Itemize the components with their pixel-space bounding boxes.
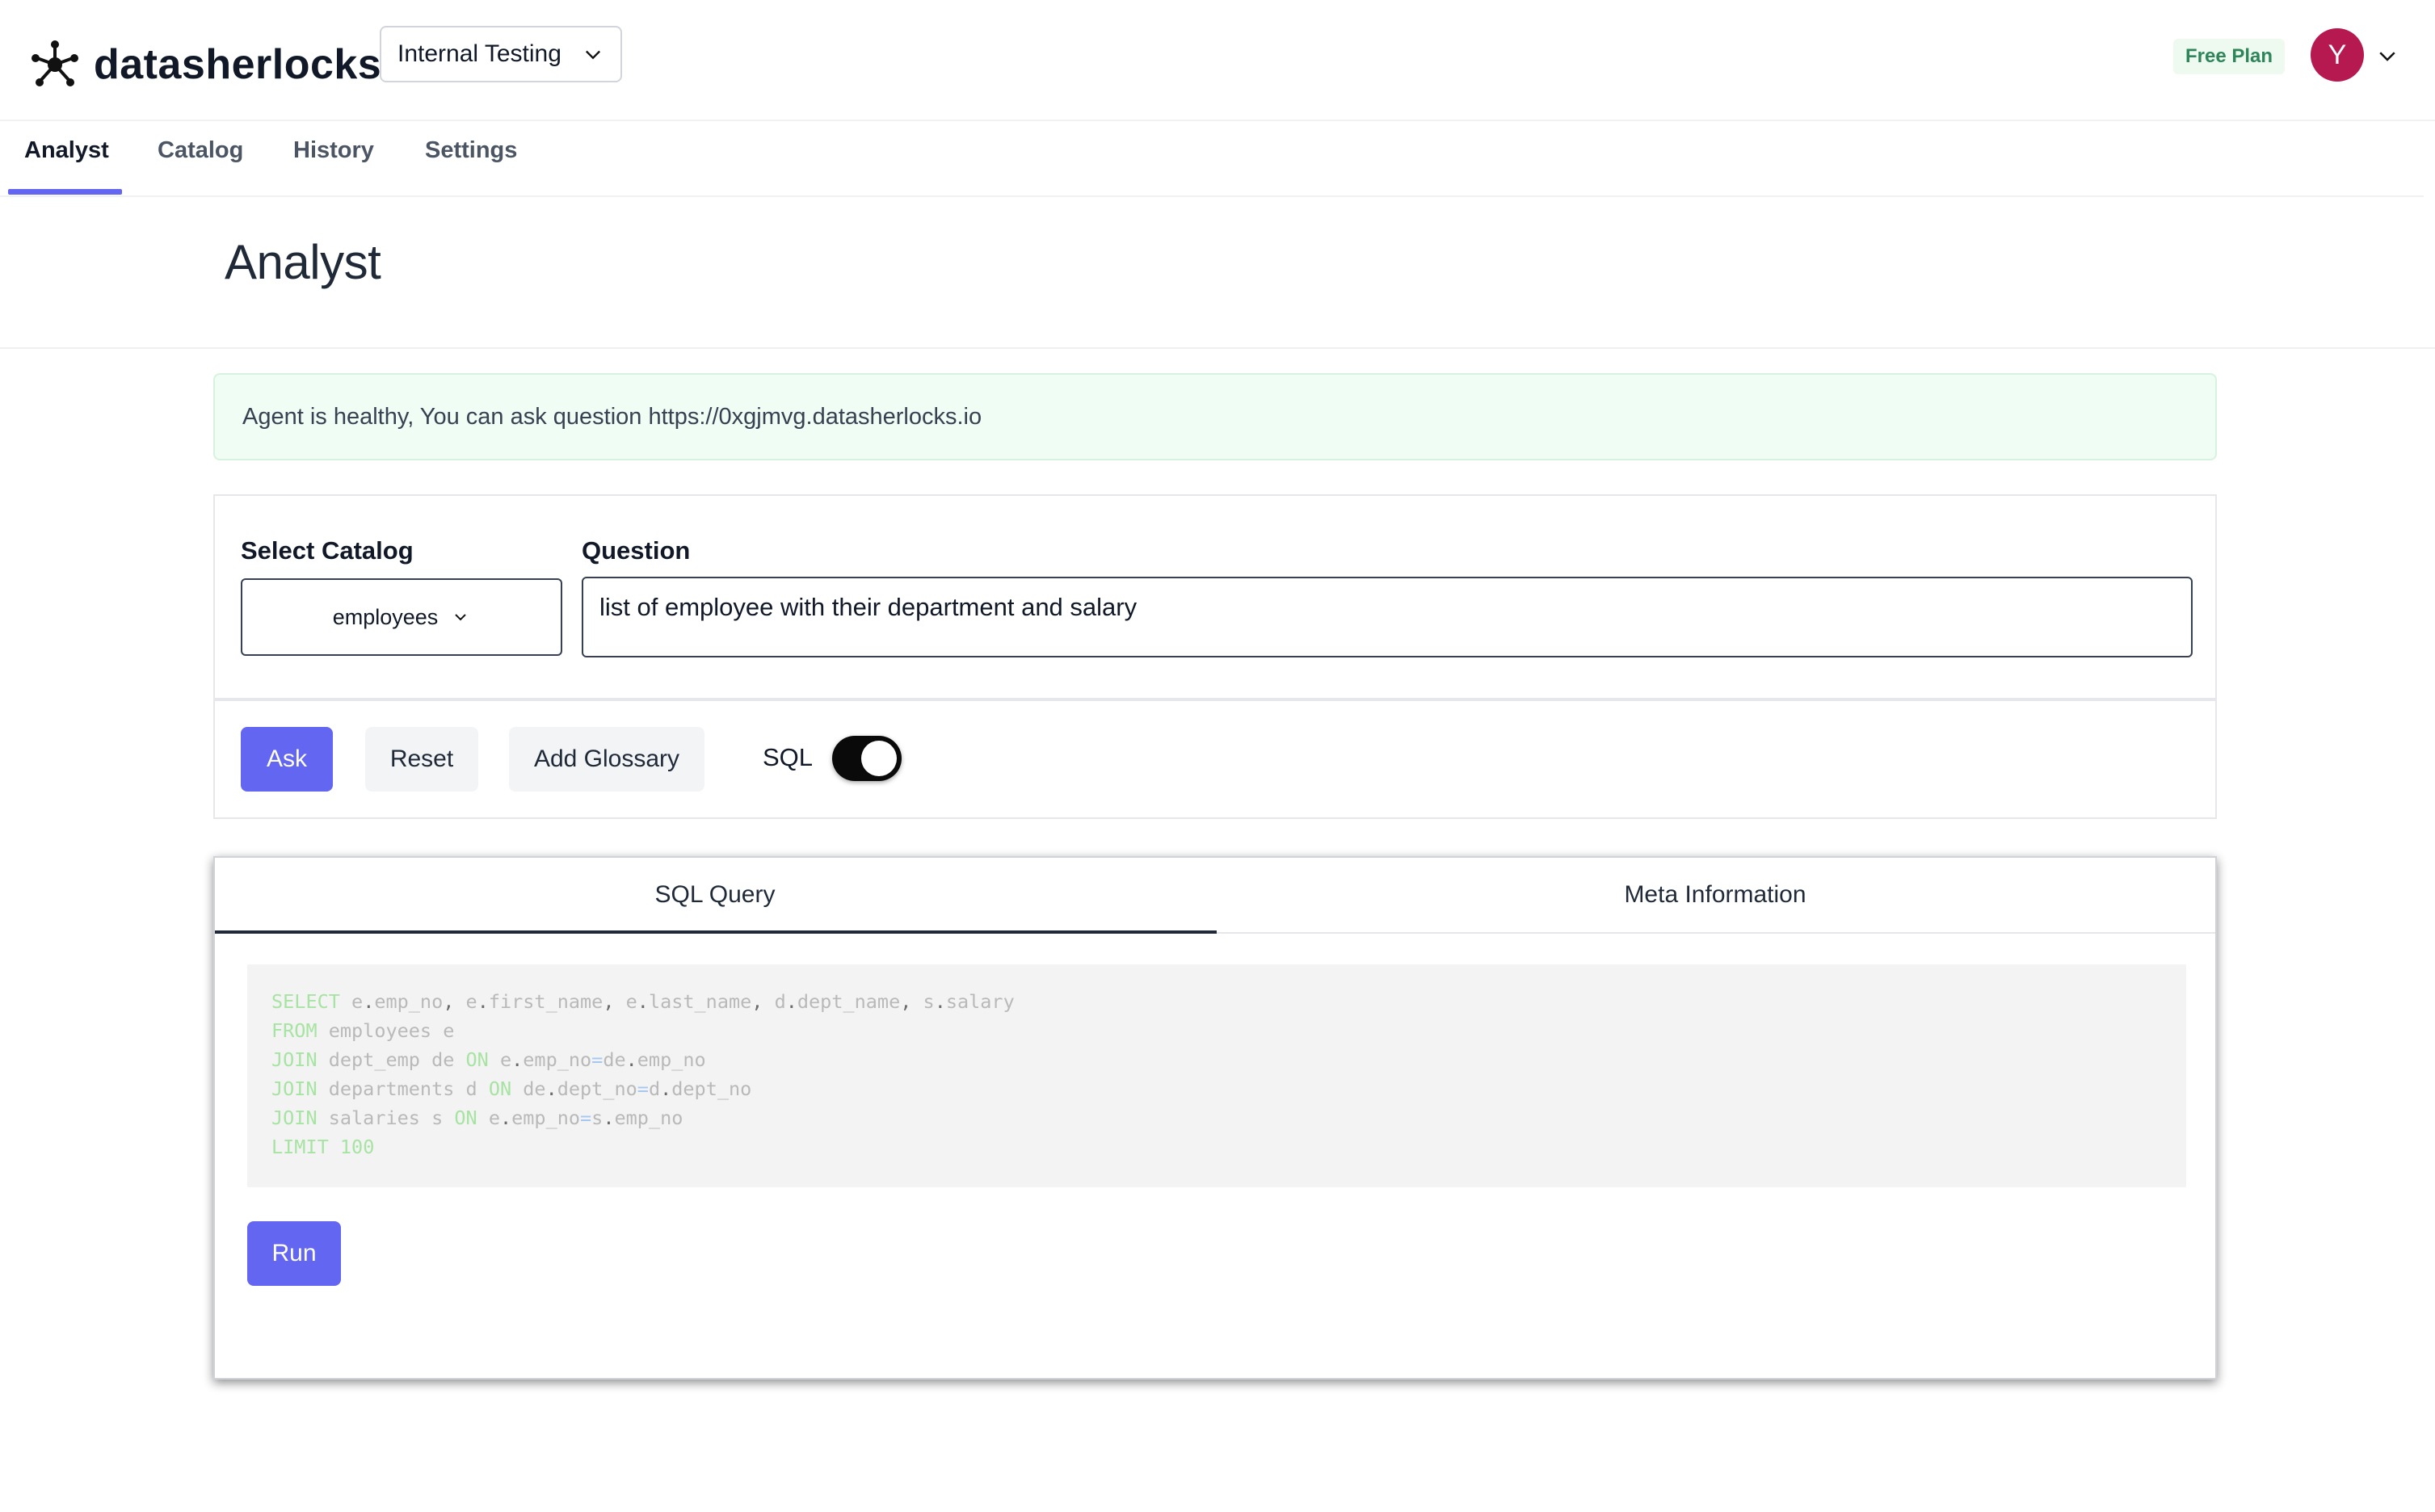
tab-sql-query[interactable]: SQL Query xyxy=(215,858,1215,932)
sql-line: FROM employees e xyxy=(271,1019,455,1042)
catalog-value: employees xyxy=(332,604,439,629)
page-title: Analyst xyxy=(225,235,381,289)
question-label: Question xyxy=(582,536,691,565)
sql-line: LIMIT 100 xyxy=(271,1136,375,1158)
avatar[interactable]: Y xyxy=(2311,28,2364,82)
chevron-down-icon[interactable] xyxy=(2375,44,2399,68)
sql-code-block[interactable]: SELECT e.emp_no, e.first_name, e.last_na… xyxy=(247,964,2186,1187)
sql-line: SELECT e.emp_no, e.first_name, e.last_na… xyxy=(271,990,1015,1013)
ask-button[interactable]: Ask xyxy=(241,727,333,792)
result-panel: SQL Query Meta Information SELECT e.emp_… xyxy=(213,856,2217,1380)
active-tab-indicator xyxy=(8,189,122,195)
tab-meta-information[interactable]: Meta Information xyxy=(1215,858,2215,932)
workspace-select[interactable]: Internal Testing xyxy=(380,26,622,82)
chevron-down-icon xyxy=(586,50,600,60)
catalog-label: Select Catalog xyxy=(241,536,414,565)
sql-line: JOIN dept_emp de ON e.emp_no=de.emp_no xyxy=(271,1048,706,1071)
brand-logo[interactable]: datasherlocks xyxy=(27,37,381,92)
question-value: list of employee with their department a… xyxy=(599,593,1138,621)
add-glossary-button[interactable]: Add Glossary xyxy=(509,727,704,792)
run-button[interactable]: Run xyxy=(247,1221,341,1286)
reset-button[interactable]: Reset xyxy=(365,727,478,792)
tab-history[interactable]: History xyxy=(293,137,374,164)
divider xyxy=(0,347,2435,349)
tab-analyst[interactable]: Analyst xyxy=(24,137,109,164)
agent-status-message: Agent is healthy, You can ask question h… xyxy=(242,403,982,430)
top-bar: datasherlocks Internal Testing Free Plan… xyxy=(0,0,2435,121)
plan-badge: Free Plan xyxy=(2173,39,2285,74)
brand-name: datasherlocks xyxy=(94,41,382,88)
tab-settings[interactable]: Settings xyxy=(425,137,517,164)
active-tab-indicator xyxy=(215,930,1217,934)
molecule-icon xyxy=(32,40,78,86)
main-nav: Analyst Catalog History Settings xyxy=(0,121,2424,197)
toggle-knob xyxy=(861,741,897,776)
agent-status-alert: Agent is healthy, You can ask question h… xyxy=(213,373,2217,460)
sql-line: JOIN salaries s ON e.emp_no=s.emp_no xyxy=(271,1107,683,1129)
sql-line: JOIN departments d ON de.dept_no=d.dept_… xyxy=(271,1077,752,1100)
tab-catalog[interactable]: Catalog xyxy=(158,137,243,164)
workspace-label: Internal Testing xyxy=(397,40,561,67)
sql-toggle[interactable] xyxy=(832,736,902,781)
sql-toggle-label: SQL xyxy=(763,743,814,771)
question-input[interactable]: list of employee with their department a… xyxy=(582,577,2193,657)
chevron-down-icon xyxy=(455,614,466,621)
catalog-select[interactable]: employees xyxy=(241,578,562,656)
